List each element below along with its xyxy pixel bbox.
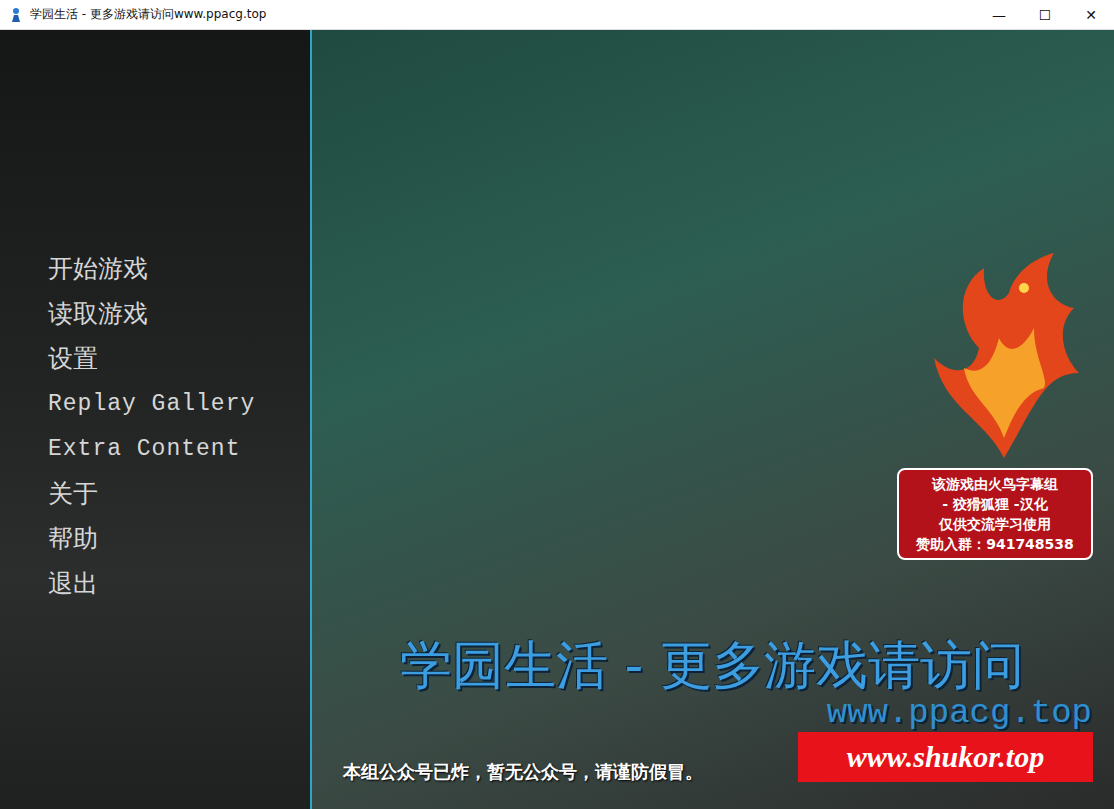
menu-item[interactable]: 关于 [48, 471, 310, 516]
menu-item[interactable]: 开始游戏 [48, 246, 310, 291]
window-control-button[interactable]: — [976, 0, 1022, 29]
badge-line: 仅供交流学习使用 [939, 514, 1051, 534]
menu-item[interactable]: 退出 [48, 561, 310, 606]
menu-item[interactable]: Extra Content [48, 426, 310, 471]
game-title-overlay: 学园生活 - 更多游戏请访问 [400, 635, 1024, 695]
title-bar: 学园生活 - 更多游戏请访问www.ppacg.top—☐✕ [0, 0, 1114, 30]
menu-item[interactable]: 读取游戏 [48, 291, 310, 336]
window-control-button[interactable]: ✕ [1068, 0, 1114, 29]
window-control-button[interactable]: ☐ [1022, 0, 1068, 29]
key-art-image: 该游戏由火鸟字幕组- 狡猾狐狸 -汉化仅供交流学习使用赞助入群：94174853… [312, 30, 1114, 809]
phoenix-logo-icon [924, 248, 1084, 463]
site-overlay: www.ppacg.top [827, 694, 1092, 732]
badge-line: 赞助入群：941748538 [916, 534, 1074, 554]
menu-item[interactable]: Replay Gallery [48, 381, 310, 426]
game-window: 学园生活 - 更多游戏请访问www.ppacg.top—☐✕开始游戏读取游戏设置… [0, 0, 1114, 809]
menu-item[interactable]: 帮助 [48, 516, 310, 561]
main-menu: 开始游戏读取游戏设置Replay GalleryExtra Content关于帮… [0, 30, 310, 809]
site-stamp: www.shukor.top [798, 732, 1093, 782]
notice-text: 本组公众号已炸，暂无公众号，请谨防假冒。 [343, 760, 703, 784]
badge-line: - 狡猾狐狸 -汉化 [942, 494, 1047, 514]
title-screen: 开始游戏读取游戏设置Replay GalleryExtra Content关于帮… [0, 30, 1114, 809]
window-title: 学园生活 - 更多游戏请访问www.ppacg.top [30, 6, 976, 23]
badge-line: 该游戏由火鸟字幕组 [932, 474, 1058, 494]
menu-item[interactable]: 设置 [48, 336, 310, 381]
app-icon [8, 7, 24, 23]
translation-credit-badge: 该游戏由火鸟字幕组- 狡猾狐狸 -汉化仅供交流学习使用赞助入群：94174853… [897, 468, 1093, 560]
